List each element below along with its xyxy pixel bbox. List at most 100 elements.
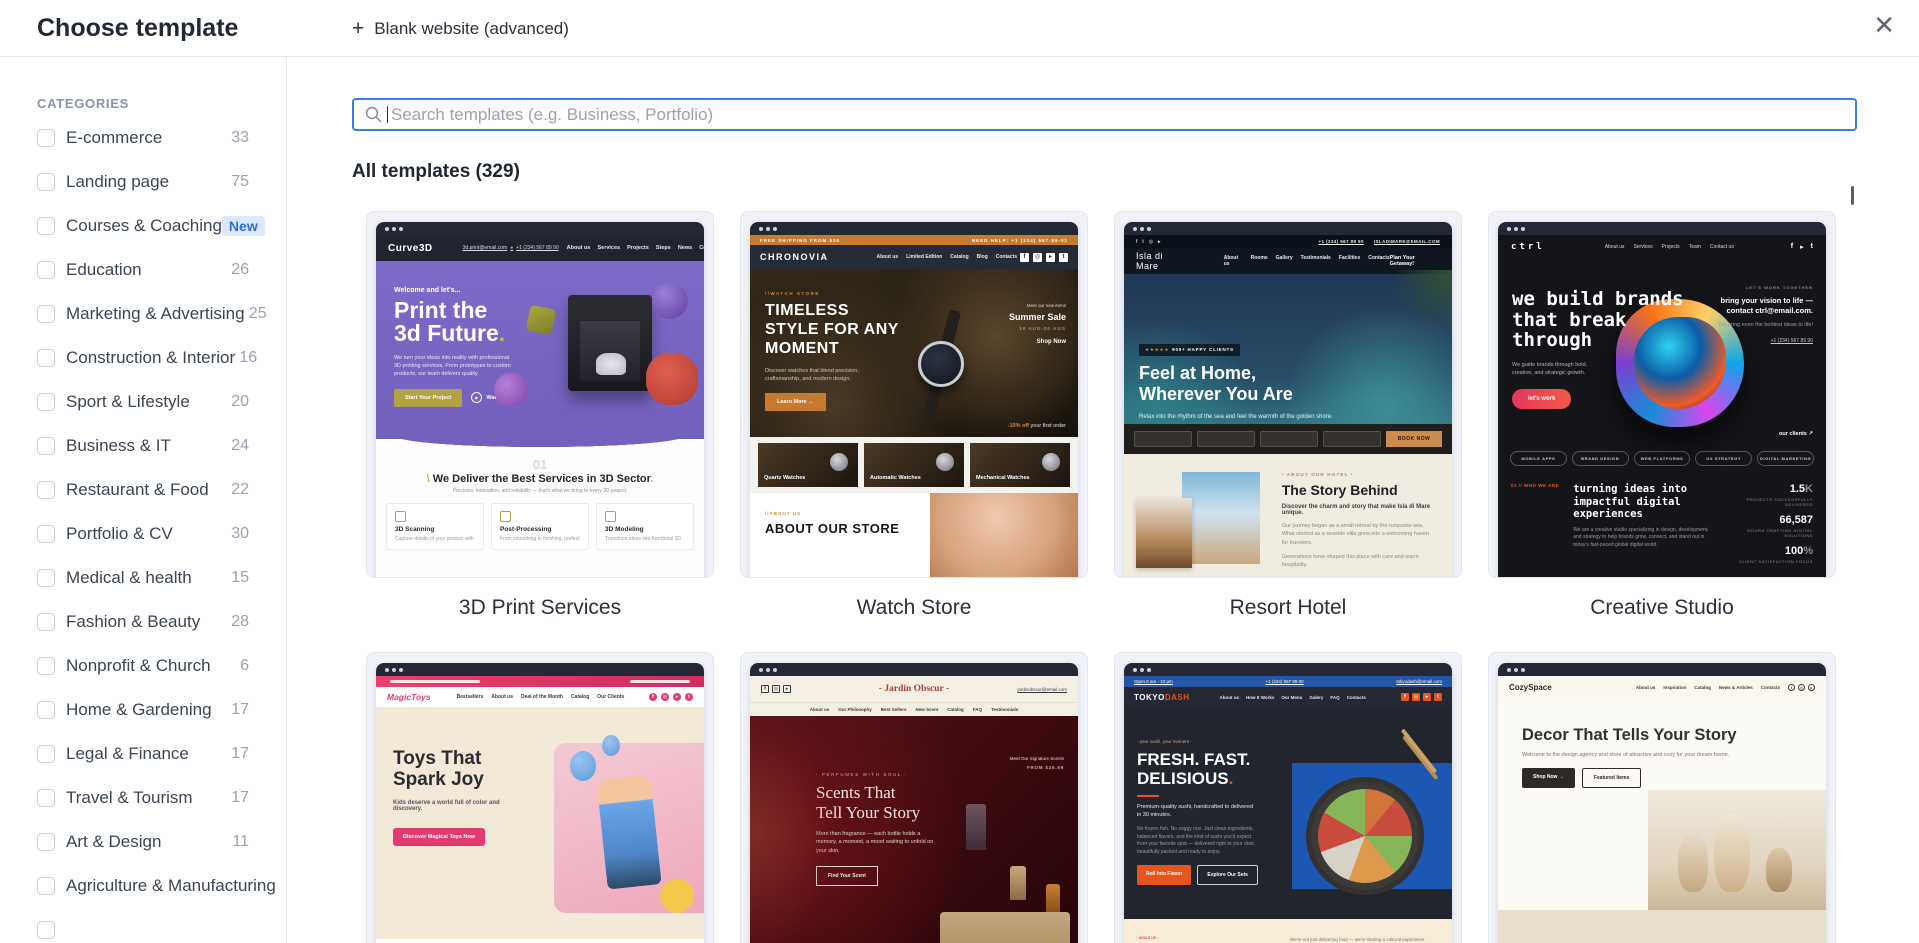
stat-label: PROJECTS SUCCESSFULLY DELIVERED [1746, 497, 1813, 507]
category-count: 28 [231, 613, 249, 630]
mini-nav-link: Galery [1309, 694, 1324, 700]
mini-nav-link: Bestsellers [456, 694, 484, 700]
logo-part-white: TOKYO [1134, 692, 1165, 702]
headline-line1: Feel at Home, [1139, 363, 1257, 383]
category-filter[interactable]: Fashion & Beauty 28 [0, 600, 286, 644]
feature-title: 3D Modeling [605, 526, 644, 533]
twitter-icon: t [1142, 238, 1144, 245]
yellow-ball-decor [660, 879, 694, 913]
category-filter[interactable]: Courses & Coaching New 8 [0, 204, 286, 248]
template-card-3d-print-services[interactable]: Curve3D 3d.print@email.com ● +1 (234) 567 … [366, 211, 714, 652]
category-count: 8 [274, 217, 286, 235]
checkbox[interactable] [37, 877, 55, 895]
mini-nav-link: Contact us [1709, 244, 1734, 250]
mini-nav-link: FAQ [972, 707, 983, 712]
category-filter[interactable]: Marketing & Advertising 25 [0, 292, 286, 336]
browser-dots [750, 222, 1078, 235]
checkbox[interactable] [37, 217, 55, 235]
close-icon[interactable]: ✕ [1873, 12, 1895, 38]
blank-website-button[interactable]: + Blank website (advanced) [352, 0, 569, 57]
template-card-watch-store[interactable]: FREE SHIPPING FROM $30 NEED HELP: +1 (23… [740, 211, 1088, 652]
about-paragraph: Our journey began as a small retreat by … [1281, 523, 1429, 546]
category-label: Fashion & Beauty [66, 612, 201, 631]
checkbox[interactable] [37, 481, 55, 499]
template-card-cozyspace[interactable]: CozySpace About us Inspiration Catalog News… [1488, 652, 1836, 943]
template-card-creative-studio[interactable]: ctrl About us Services Projects Team Contact… [1488, 211, 1836, 652]
mini-section: 01 \ We Deliver the Best Services in 3D … [376, 455, 704, 577]
category-filter[interactable]: Construction & Interior 16 [0, 336, 286, 380]
opening-hours: Open 8 am - 10 pm [1134, 679, 1173, 684]
mini-nav-link: Contacts [1760, 684, 1780, 690]
mini-nav-link: Services [597, 245, 621, 251]
template-card-jardin-obscur[interactable]: f ◎ ▸ - Jardin Obscur - jardinobscur@email… [740, 652, 1088, 943]
checkbox[interactable] [37, 921, 55, 939]
checkbox[interactable] [37, 701, 55, 719]
template-card-tokyodash[interactable]: Open 8 am - 10 pm +1 (234) 567 89 00 tok… [1114, 652, 1462, 943]
service-badge: WEB PLATFORMS [1633, 450, 1691, 466]
category-filter[interactable]: Travel & Tourism 17 [0, 776, 286, 820]
checkbox[interactable] [37, 569, 55, 587]
checkbox[interactable] [37, 393, 55, 411]
mini-cta-button: Shop Now → [1522, 768, 1575, 788]
category-count: 6 [240, 657, 249, 674]
template-card-resort-hotel[interactable]: f t ◎ ▸ +1 (234) 567 89 90 ISLADIMARE@EMAIL… [1114, 211, 1462, 652]
checkbox[interactable] [37, 789, 55, 807]
scrollbar-thumb[interactable] [1851, 186, 1854, 205]
category-filter[interactable]: Art & Design 11 [0, 820, 286, 864]
category-filter[interactable]: Education 26 [0, 248, 286, 292]
category-filter[interactable]: Agriculture & Manufacturing 9 [0, 864, 286, 908]
mini-logo: Isla di Mare [1136, 251, 1164, 271]
about-text-block: • ABOUT OUR HOTEL • The Story Behind Dis… [1282, 470, 1440, 577]
text-caret [387, 106, 388, 123]
category-count: 22 [231, 481, 249, 498]
browser-mockup: f t ◎ ▸ +1 (234) 567 89 90 ISLADIMARE@EMAIL… [1124, 222, 1452, 577]
checkbox[interactable] [37, 525, 55, 543]
category-filter[interactable]: Business & IT 24 [0, 424, 286, 468]
template-card-magictoys[interactable]: MagicToys Bestsellers About us Deal of the… [366, 652, 714, 943]
stat-label: HOURS CRAFTING DIGITAL SOLUTIONS [1747, 528, 1813, 538]
mini-nav-links: About us How It Works Our Menu Galery FAQ Con… [1219, 695, 1365, 700]
category-filter[interactable]: E-commerce 33 [0, 116, 286, 160]
category-filter[interactable]: Landing page 75 [0, 160, 286, 204]
categories-sidebar: CATEGORIES E-commerce 33 Landing page 75 [0, 57, 287, 943]
mini-nav-link: About us [1223, 255, 1239, 267]
mini-nav-link: Our Philosophy [838, 707, 872, 712]
mini-nav-links: About us Services Projects Steps News Contact… [567, 245, 704, 251]
feature-text: From smoothing to finishing, perfect [500, 536, 580, 542]
category-label: Agriculture & Manufacturing [66, 876, 276, 895]
mini-nav-link: About us [1604, 244, 1625, 250]
stats-column: 1.5K PROJECTS SUCCESSFULLY DELIVERED 66,… [1723, 483, 1813, 571]
mini-email: 3d.print@email.com [462, 245, 508, 251]
checkbox[interactable] [37, 613, 55, 631]
mini-nav-link: News [677, 245, 693, 251]
checkbox[interactable] [37, 437, 55, 455]
categories-heading: CATEGORIES [37, 96, 129, 111]
search-input[interactable] [352, 98, 1857, 131]
checkbox[interactable] [37, 173, 55, 191]
category-filter[interactable]: Legal & Finance 17 [0, 732, 286, 776]
category-filter[interactable]: Sport & Lifestyle 20 [0, 380, 286, 424]
checkbox[interactable] [37, 261, 55, 279]
category-filter[interactable]: Nonprofit & Church 6 [0, 644, 286, 688]
checkbox[interactable] [37, 349, 55, 367]
checkbox[interactable] [37, 129, 55, 147]
category-filter[interactable]: Portfolio & CV 30 [0, 512, 286, 556]
checkbox[interactable] [37, 833, 55, 851]
mini-nav-link: Catalog [570, 694, 590, 700]
contact-text: We bring even the boldest ideas to life! [1718, 322, 1813, 329]
section-title-text: We Deliver the Best Services in 3D Secto… [429, 473, 651, 485]
youtube-icon: ▸ [1808, 683, 1815, 691]
checkbox[interactable] [37, 305, 55, 323]
mini-nav-link: About us [1635, 684, 1656, 690]
mini-nav-links: About us Rooms Gallery Testimonials Faciliti… [1224, 255, 1390, 267]
category-filter-partial[interactable] [0, 908, 286, 943]
promo-eyebrow: Meet Our Signature Scents [1009, 756, 1064, 761]
category-label: Legal & Finance [66, 744, 189, 763]
checkbox[interactable] [37, 745, 55, 763]
checkbox[interactable] [37, 657, 55, 675]
category-filter[interactable]: Restaurant & Food 22 [0, 468, 286, 512]
category-filter[interactable]: Medical & health 15 [0, 556, 286, 600]
category-filter[interactable]: Home & Gardening 17 [0, 688, 286, 732]
purple-sphere-decor [652, 283, 688, 319]
mini-topbar [376, 676, 704, 687]
